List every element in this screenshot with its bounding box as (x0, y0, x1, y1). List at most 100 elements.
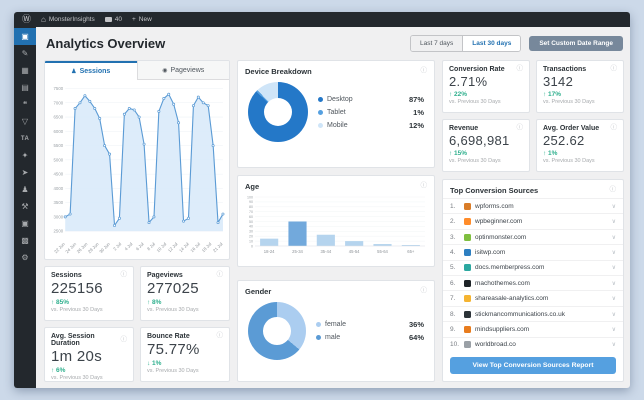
sidebar-item-settings[interactable]: ⚙ (14, 249, 36, 266)
info-icon[interactable]: ⓘ (217, 272, 224, 279)
sidebar-item-plugins[interactable]: ✦ (14, 147, 36, 164)
tab-sessions[interactable]: ♟ Sessions (45, 61, 137, 80)
metric-card-avg-order-value: Avg. Order Value ⓘ 252.62 ↑ 1% vs. Previ… (536, 119, 624, 172)
source-row[interactable]: 8. stickmancommunications.co.uk ∨ (443, 305, 623, 321)
metric-label: Bounce Rate (147, 333, 190, 340)
svg-text:30 Jun: 30 Jun (98, 241, 111, 254)
gender-title: Gender (245, 287, 272, 296)
legend-row-female: female 36% (316, 320, 424, 329)
source-row[interactable]: 9. mindsuppliers.com ∨ (443, 321, 623, 336)
metric-delta: ↑ 85% (51, 299, 70, 306)
sessions-line-chart: 7500 7000 6500 6000 5500 5000 4500 4000 3500 3000… (45, 80, 229, 259)
sidebar-item-users[interactable]: ♟ (14, 181, 36, 198)
source-domain: machothemes.com (475, 279, 530, 287)
sidebar-item-dashboard[interactable]: ▣ (14, 28, 36, 45)
metric-value: 225156 (51, 280, 103, 297)
favicon-icon (464, 264, 471, 272)
new-content-menu[interactable]: + New (132, 16, 152, 23)
svg-text:12 Jul: 12 Jul (167, 241, 179, 253)
trend-up-icon: ↑ (51, 367, 55, 374)
legend-label: male (325, 334, 341, 341)
sidebar-item-pages[interactable]: ▤ (14, 79, 36, 96)
source-row[interactable]: 3. optinmonster.com ∨ (443, 228, 623, 244)
wordpress-admin-window: Ⓦ ⌂ MonsterInsights 40 + New ▣ ✎ ▦ ▤ ❝ ▽ TA ✦ ➤ ♟… (14, 12, 630, 388)
metric-delta: ↑ 17% (543, 91, 562, 98)
sidebar-item-media[interactable]: ▦ (14, 62, 36, 79)
metric-label: Conversion Rate (449, 66, 505, 73)
info-icon[interactable]: ⓘ (611, 66, 618, 73)
svg-text:22 Jun: 22 Jun (53, 241, 66, 254)
metric-card-avg-session-duration: Avg. Session Duration ⓘ 1m 20s ↑ 6% vs. … (44, 327, 134, 382)
chevron-down-icon: ∨ (611, 234, 616, 241)
traffic-metric-cards: Sessions ⓘ 225156 ↑ 85% vs. Previous 30 … (44, 266, 230, 382)
sidebar-item-cursor[interactable]: ➤ (14, 164, 36, 181)
tab-pageviews[interactable]: ◉ Pageviews (136, 61, 229, 80)
source-row[interactable]: 7. shareasale-analytics.com ∨ (443, 290, 623, 305)
chevron-down-icon: ∨ (611, 280, 616, 287)
source-domain: stickmancommunications.co.uk (475, 310, 565, 318)
admin-bar: Ⓦ ⌂ MonsterInsights 40 + New (14, 12, 630, 27)
svg-text:3000: 3000 (54, 214, 64, 219)
metric-compare: vs. Previous 30 Days (543, 99, 595, 105)
legend-label: Tablet (327, 108, 346, 116)
sidebar-item-tools[interactable]: ⚒ (14, 198, 36, 215)
source-rank: 5. (450, 264, 456, 272)
info-icon[interactable]: ⓘ (611, 125, 618, 132)
source-domain: wpbeginner.com (475, 218, 523, 226)
home-icon: ⌂ (41, 14, 46, 24)
wordpress-menu[interactable]: Ⓦ (22, 15, 31, 24)
sidebar-item-analytics[interactable]: ▩ (14, 232, 36, 249)
legend-value: 12% (408, 120, 424, 130)
sidebar-item-posts[interactable]: ✎ (14, 45, 36, 62)
set-custom-date-range-button[interactable]: Set Custom Date Range (529, 36, 623, 51)
sidebar-item-funnel[interactable]: ▽ (14, 113, 36, 130)
metric-delta: ↑ 8% (147, 299, 162, 306)
info-icon[interactable]: ⓘ (217, 333, 224, 340)
source-row[interactable]: 6. machothemes.com ∨ (443, 275, 623, 290)
favicon-icon (464, 341, 471, 349)
sidebar-item-ta[interactable]: TA (14, 130, 36, 147)
source-rank: 7. (450, 295, 456, 303)
info-icon[interactable]: ⓘ (421, 288, 428, 295)
info-icon[interactable]: ⓘ (421, 68, 428, 75)
comments-menu[interactable]: 40 (104, 16, 122, 23)
legend-row-tablet: Tablet 1% (318, 108, 424, 117)
chevron-down-icon: ∨ (611, 203, 616, 210)
source-rank: 3. (450, 233, 456, 241)
ecommerce-metric-cards: Conversion Rate ⓘ 2.71% ↑ 22% vs. Previo… (442, 60, 624, 172)
last-7-days-button[interactable]: Last 7 days (411, 36, 463, 51)
svg-text:28 Jun: 28 Jun (87, 241, 100, 254)
legend-dot-icon (318, 122, 323, 128)
info-icon[interactable]: ⓘ (610, 187, 617, 194)
page-title: Analytics Overview (46, 36, 166, 51)
metric-value: 75.77% (147, 341, 200, 358)
source-rank: 2. (450, 218, 456, 226)
chevron-down-icon: ∨ (611, 296, 616, 303)
source-row[interactable]: 5. docs.memberpress.com ∨ (443, 259, 623, 275)
view-sources-report-button[interactable]: View Top Conversion Sources Report (450, 357, 616, 374)
info-icon[interactable]: ⓘ (517, 125, 524, 132)
sidebar-item-elementor[interactable]: ▣ (14, 215, 36, 232)
svg-text:2500: 2500 (54, 229, 64, 234)
svg-text:7000: 7000 (54, 100, 64, 105)
sidebar-item-comments[interactable]: ❝ (14, 96, 36, 113)
middle-column: Device Breakdown ⓘ Desktop 87% Tablet 1%… (237, 60, 435, 382)
last-30-days-button[interactable]: Last 30 days (462, 36, 521, 51)
source-row[interactable]: 4. isitwp.com ∨ (443, 244, 623, 259)
overview-tabs: ♟ Sessions ◉ Pageviews (45, 61, 229, 80)
metric-value: 2.71% (449, 74, 488, 89)
svg-text:18 Jul: 18 Jul (201, 241, 213, 253)
info-icon[interactable]: ⓘ (121, 272, 128, 279)
info-icon[interactable]: ⓘ (121, 336, 128, 344)
source-row[interactable]: 10. worldbroad.co ∨ (443, 336, 623, 352)
chevron-down-icon: ∨ (611, 249, 616, 256)
source-row[interactable]: 1. wpforms.com ∨ (443, 198, 623, 213)
info-icon[interactable]: ⓘ (517, 66, 524, 73)
metric-label: Sessions (51, 272, 82, 279)
site-menu[interactable]: ⌂ MonsterInsights (41, 14, 95, 24)
info-icon[interactable]: ⓘ (421, 183, 428, 190)
svg-text:4 Jul: 4 Jul (124, 241, 134, 251)
date-range-segment: Last 7 days Last 30 days (410, 35, 522, 52)
source-row[interactable]: 2. wpbeginner.com ∨ (443, 213, 623, 228)
svg-text:6 Jul: 6 Jul (135, 241, 145, 251)
